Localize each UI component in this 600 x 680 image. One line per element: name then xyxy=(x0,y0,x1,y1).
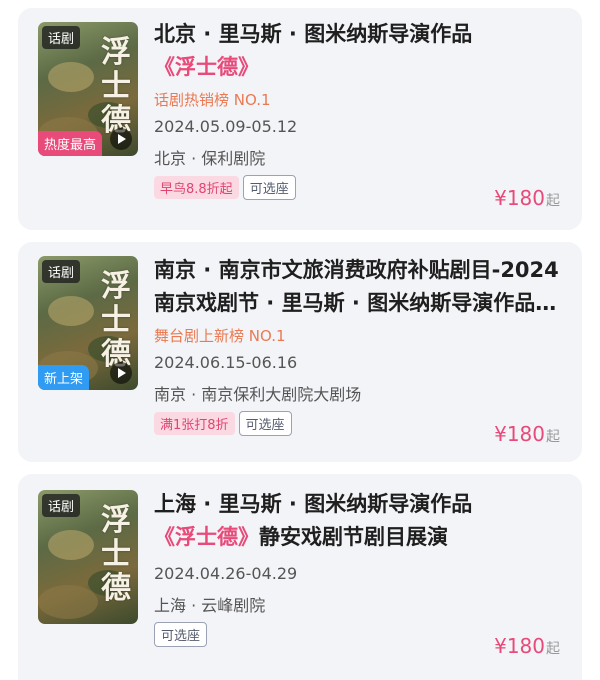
show-title[interactable]: 北京 · 里马斯 · 图米纳斯导演作品 《浮士德》 xyxy=(154,18,564,84)
show-poster[interactable]: 浮士德 话剧 xyxy=(38,490,138,624)
show-poster[interactable]: 浮士德 话剧 新上架 xyxy=(38,256,138,390)
show-venue: 南京 · 南京保利大剧院大剧场 xyxy=(154,385,362,404)
show-poster[interactable]: 浮士德 话剧 热度最高 xyxy=(38,22,138,156)
seat-selection-badge: 可选座 xyxy=(154,622,208,647)
show-title[interactable]: 上海 · 里马斯 · 图米纳斯导演作品 《浮士德》静安戏剧节剧目展演 xyxy=(154,488,564,554)
show-card[interactable]: 浮士德 话剧 热度最高 北京 · 里马斯 · 图米纳斯导演作品 《浮士德》 话剧… xyxy=(18,8,582,230)
play-icon[interactable] xyxy=(110,362,132,384)
show-title-name: 《浮士德》 xyxy=(154,525,259,549)
price-suffix: 起 xyxy=(546,429,560,445)
show-venue: 北京 · 保利剧院 xyxy=(154,149,266,168)
show-title-main: 北京 · 里马斯 · 图米纳斯导演作品 xyxy=(154,22,473,46)
poster-category-tag: 话剧 xyxy=(42,26,81,49)
show-title[interactable]: 南京 · 南京市文旅消费政府补贴剧目-2024 南京戏剧节 · 里马斯 · 图米… xyxy=(154,254,564,320)
show-title-name: 《浮士德》 xyxy=(154,55,259,79)
poster-category-tag: 话剧 xyxy=(42,494,81,517)
price-value: ¥180 xyxy=(494,422,545,446)
seat-selection-badge: 可选座 xyxy=(238,411,292,436)
show-title-main: 上海 · 里马斯 · 图米纳斯导演作品 xyxy=(154,492,473,516)
show-dates: 2024.04.26-04.29 xyxy=(154,564,298,583)
promo-badge: 满1张打8折 xyxy=(154,412,235,435)
price-label: ¥180起 xyxy=(494,422,560,446)
price-label: ¥180起 xyxy=(494,186,560,210)
show-card[interactable]: 浮士德 话剧 上海 · 里马斯 · 图米纳斯导演作品 《浮士德》静安戏剧节剧目展… xyxy=(18,474,582,680)
show-title-suffix: 静安戏剧节剧目展演 xyxy=(259,525,448,549)
price-suffix: 起 xyxy=(546,641,560,657)
show-card[interactable]: 浮士德 话剧 新上架 南京 · 南京市文旅消费政府补贴剧目-2024 南京戏剧节… xyxy=(18,242,582,462)
promo-badge: 早鸟8.8折起 xyxy=(154,176,239,199)
poster-new-badge: 新上架 xyxy=(38,365,90,390)
show-dates: 2024.05.09-05.12 xyxy=(154,117,298,136)
show-dates: 2024.06.15-06.16 xyxy=(154,353,298,372)
poster-category-tag: 话剧 xyxy=(42,260,81,283)
poster-title: 浮士德 xyxy=(101,503,131,606)
show-venue: 上海 · 云峰剧院 xyxy=(154,596,266,615)
ranking-label[interactable]: 话剧热销榜 NO.1 xyxy=(154,89,564,111)
ranking-label[interactable]: 舞台剧上新榜 NO.1 xyxy=(154,325,564,347)
price-label: ¥180起 xyxy=(494,634,560,658)
poster-title: 浮士德 xyxy=(101,269,131,372)
seat-selection-badge: 可选座 xyxy=(242,175,296,200)
price-value: ¥180 xyxy=(494,186,545,210)
price-value: ¥180 xyxy=(494,634,545,658)
poster-title: 浮士德 xyxy=(101,35,131,138)
poster-hot-badge: 热度最高 xyxy=(38,131,103,156)
play-icon[interactable] xyxy=(110,128,132,150)
price-suffix: 起 xyxy=(546,193,560,209)
